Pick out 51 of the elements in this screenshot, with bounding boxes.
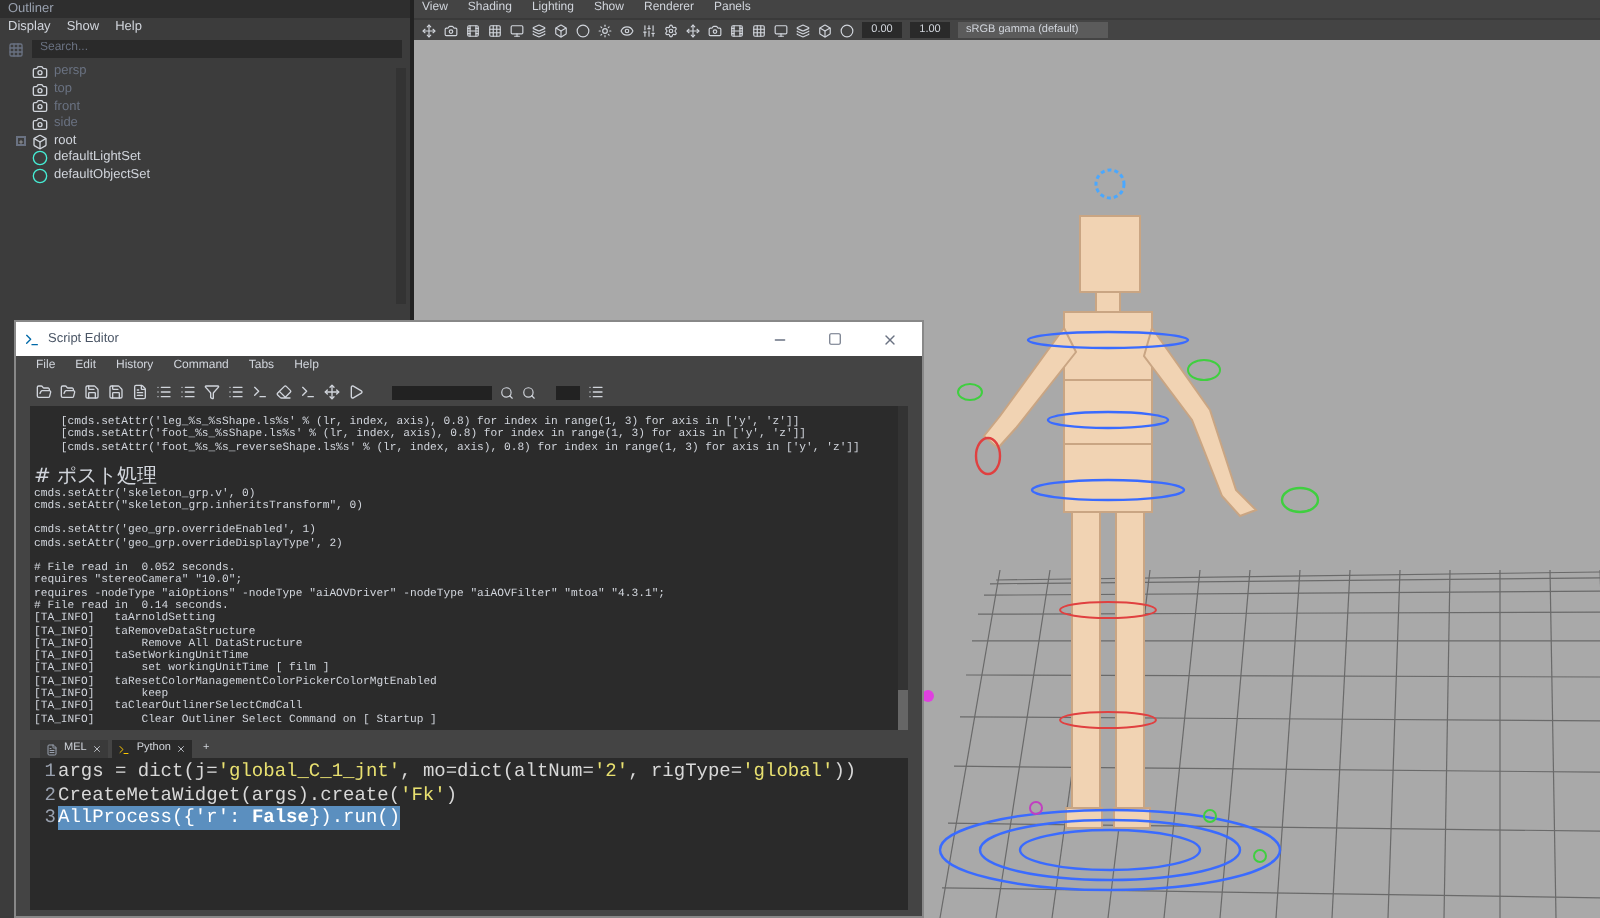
expand-toggle[interactable] (16, 136, 26, 147)
scrollbar[interactable] (898, 406, 908, 730)
app-icon (24, 331, 40, 347)
search-field[interactable] (392, 385, 492, 399)
search-icon[interactable] (522, 385, 536, 399)
toolbar-icon[interactable] (348, 384, 364, 400)
line-number: 1 (42, 760, 58, 783)
toolbar-icon[interactable] (324, 384, 340, 400)
toolbar-icon[interactable] (686, 23, 700, 37)
group-node-icon (32, 133, 48, 150)
search-icon[interactable] (500, 385, 514, 399)
toolbar-icon[interactable] (252, 384, 268, 400)
toolbar-icon[interactable] (532, 23, 546, 37)
toolbar-icon[interactable] (510, 23, 524, 37)
toolbar-icon[interactable] (708, 23, 722, 37)
toolbar-icon[interactable] (132, 384, 148, 400)
toolbar-icon[interactable] (664, 23, 678, 37)
toolbar-icon[interactable] (180, 384, 196, 400)
toolbar-icon[interactable] (300, 384, 316, 400)
toolbar-icon[interactable] (796, 23, 810, 37)
toolbar-icon[interactable] (620, 23, 634, 37)
toolbar-icon[interactable] (204, 384, 220, 400)
toolbar-icon[interactable] (228, 384, 244, 400)
code-line: args = dict(j='global_C_1_jnt', mo=dict(altNum='2', rigType='global')) (58, 760, 857, 783)
toolbar-icon[interactable] (276, 384, 292, 400)
toolbar-icon[interactable] (444, 23, 458, 37)
line-number: 3 (42, 806, 58, 829)
toolbar-icon[interactable] (840, 23, 854, 37)
toolbar-icon[interactable] (156, 384, 172, 400)
toolbar-icon[interactable] (642, 23, 656, 37)
input-pane[interactable]: 1 args = dict(j='global_C_1_jnt', mo=dict(altNum='2', rigType='global')) 2 CreateMetaWidget(args).create('Fk') 3AllProcess({'r': False}).run() (30, 758, 908, 910)
toolbar-icon[interactable] (554, 23, 568, 37)
document-icon (46, 743, 58, 755)
toolbar-icon[interactable] (598, 23, 612, 37)
toolbar-icon[interactable] (818, 23, 832, 37)
toolbar-icon[interactable] (108, 384, 124, 400)
input-field[interactable] (556, 385, 580, 399)
toolbar-icon[interactable] (466, 23, 480, 37)
line-number: 2 (42, 783, 58, 806)
close-button[interactable] (882, 331, 898, 347)
toolbar-icon[interactable] (730, 23, 744, 37)
code-line: CreateMetaWidget(args).create('Fk') (58, 783, 458, 806)
toolbar-icon[interactable] (422, 23, 436, 37)
toolbar-icon[interactable] (774, 23, 788, 37)
toolbar-icon[interactable] (588, 384, 604, 400)
history-line: # ポスト処理 (34, 465, 160, 488)
toolbar-icon[interactable] (752, 23, 766, 37)
toolbar-icon[interactable] (576, 23, 590, 37)
toolbar-icon[interactable] (84, 384, 100, 400)
toolbar-icon[interactable] (488, 23, 502, 37)
maximize-button[interactable] (828, 332, 842, 346)
